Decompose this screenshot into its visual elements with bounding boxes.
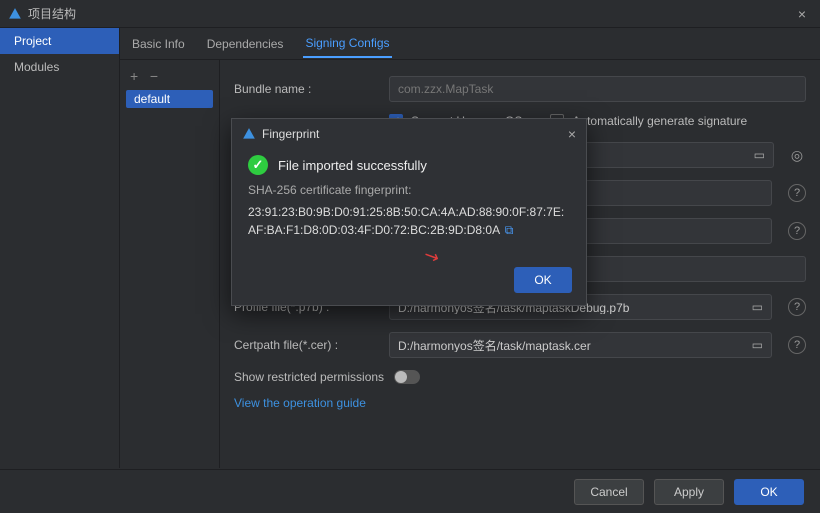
config-list: + − default <box>120 60 220 468</box>
window-title: 项目结构 <box>28 5 76 22</box>
operation-guide-link[interactable]: View the operation guide <box>234 396 366 410</box>
certpath-file-field[interactable]: ▭ <box>389 332 772 358</box>
sidebar-item-project[interactable]: Project <box>0 28 119 54</box>
app-logo-icon <box>8 7 22 21</box>
bundle-name-field[interactable] <box>389 76 806 102</box>
modal-title: Fingerprint <box>262 127 319 141</box>
fingerprint-icon[interactable]: ◎ <box>788 146 806 164</box>
tab-basic-info[interactable]: Basic Info <box>130 31 187 57</box>
cancel-button[interactable]: Cancel <box>574 479 644 505</box>
certpath-file-label: Certpath file(*.cer) : <box>234 338 379 352</box>
project-sidebar: Project Modules <box>0 28 120 468</box>
show-restricted-toggle[interactable] <box>394 370 420 384</box>
fingerprint-caption: SHA-256 certificate fingerprint: <box>248 183 570 197</box>
config-entry-default[interactable]: default <box>126 90 213 108</box>
auto-generate-label: Automatically generate signature <box>572 114 747 128</box>
modal-ok-button[interactable]: OK <box>514 267 572 293</box>
remove-config-button[interactable]: − <box>150 68 158 84</box>
help-icon[interactable]: ? <box>788 298 806 316</box>
add-config-button[interactable]: + <box>130 68 138 84</box>
tab-bar: Basic Info Dependencies Signing Configs <box>120 28 820 60</box>
sidebar-item-modules[interactable]: Modules <box>0 54 119 80</box>
success-message: File imported successfully <box>278 158 427 173</box>
modal-close-icon[interactable]: × <box>568 126 576 142</box>
tab-dependencies[interactable]: Dependencies <box>205 31 286 57</box>
tab-signing-configs[interactable]: Signing Configs <box>303 30 391 58</box>
browse-icon[interactable]: ▭ <box>752 300 763 314</box>
certpath-file-input[interactable] <box>398 338 752 352</box>
show-restricted-label: Show restricted permissions <box>234 370 384 384</box>
window-titlebar: 项目结构 × <box>0 0 820 28</box>
window-close-icon[interactable]: × <box>792 4 812 24</box>
browse-icon[interactable]: ▭ <box>754 148 765 162</box>
success-check-icon: ✓ <box>248 155 268 175</box>
fingerprint-modal: Fingerprint × ✓ File imported successful… <box>231 118 587 306</box>
apply-button[interactable]: Apply <box>654 479 724 505</box>
browse-icon[interactable]: ▭ <box>752 338 763 352</box>
dialog-footer: Cancel Apply OK <box>0 469 820 513</box>
ok-button[interactable]: OK <box>734 479 804 505</box>
bundle-name-label: Bundle name : <box>234 82 379 96</box>
help-icon[interactable]: ? <box>788 336 806 354</box>
bundle-name-input[interactable] <box>398 82 797 96</box>
help-icon[interactable]: ? <box>788 222 806 240</box>
fingerprint-hash: 23:91:23:B0:9B:D0:91:25:8B:50:CA:4A:AD:8… <box>248 205 564 237</box>
copy-icon[interactable]: ⧉ <box>505 223 514 237</box>
modal-logo-icon <box>242 127 256 141</box>
help-icon[interactable]: ? <box>788 184 806 202</box>
